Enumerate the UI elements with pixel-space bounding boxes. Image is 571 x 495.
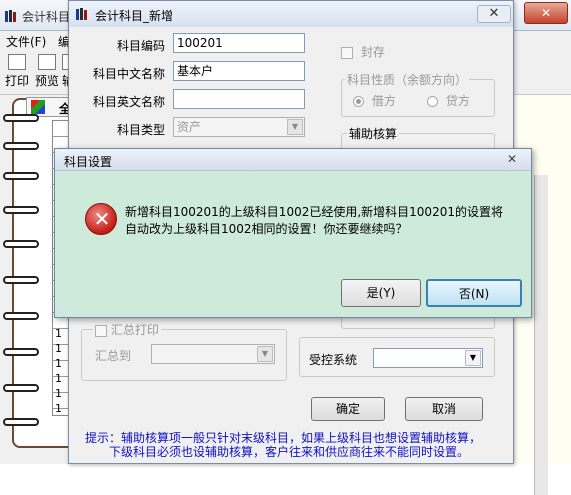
scrollbar[interactable] [534,175,548,495]
hint-line-2: 下级科目必须也设辅助核算，客户往来和供应商往来不能同时设置。 [109,445,470,459]
seal-checkbox[interactable]: 封存 [341,43,385,60]
type-label: 科目类型 [116,123,165,137]
summary-print-label: 汇总打印 [110,323,159,337]
confirm-close-button[interactable]: ✕ [497,152,527,168]
binder-ring-icon [3,384,39,392]
hint-text: 提示：辅助核算项一般只针对末级科目，如果上级科目也想设置辅助核算， 下级科目必须… [85,431,505,459]
binder-ring-icon [3,172,39,180]
preview-button[interactable]: 预览 [32,52,62,90]
controlled-select[interactable]: ▼ [373,348,483,368]
binder-ring-icon [3,114,39,122]
hint-line-1: 提示：辅助核算项一般只针对末级科目，如果上级科目也想设置辅助核算， [85,431,482,445]
confirm-title: 科目设置 [64,155,113,169]
chevron-down-icon: ▼ [257,346,273,362]
message-line-1: 新增科目100201的上级科目1002已经使用,新增科目100201的设置将 [125,205,503,219]
radio-icon [353,96,364,107]
dialog-close-button[interactable]: ✕ [477,5,511,23]
en-name-field[interactable] [173,89,305,109]
radio-icon [427,96,438,107]
error-icon: ✕ [85,203,117,235]
dialog-title: 会计科目_新增 [95,9,174,23]
confirm-title-bar: 科目设置 ✕ [55,149,531,171]
cn-name-field[interactable]: 基本户 [173,61,305,81]
dialog-title-bar: 会计科目_新增 ✕ [69,1,513,27]
binder-ring-icon [3,206,39,214]
credit-label: 贷方 [445,94,470,108]
controlled-label: 受控系统 [309,353,358,367]
binder-ring-icon [3,276,39,284]
app-books-icon [5,10,16,22]
seal-label: 封存 [360,45,385,59]
debit-label: 借方 [371,94,396,108]
printer-icon [8,54,26,70]
summary-to-select[interactable]: ▼ [151,344,275,364]
no-button[interactable]: 否(N) [426,279,522,307]
binder-ring-icon [3,312,39,320]
credit-radio[interactable]: 贷方 [427,92,470,109]
confirm-dialog: 科目设置 ✕ ✕ 新增科目100201的上级科目1002已经使用,新增科目100… [54,148,532,318]
summary-to-label: 汇总到 [95,349,132,363]
message-line-2: 自动改为上级科目1002相同的设置！你还要继续吗？ [125,222,408,236]
summary-print-checkbox[interactable]: 汇总打印 [93,321,161,338]
chevron-down-icon: ▼ [287,119,303,135]
app-close-button[interactable]: ✕ [524,2,568,24]
yes-button[interactable]: 是(Y) [341,279,421,307]
error-x-glyph: ✕ [93,207,111,231]
row-number: 1 [55,402,62,415]
print-button[interactable]: 打印 [2,52,32,90]
row-number: 1 [55,342,62,355]
binder-ring-icon [3,142,39,150]
row-number: 1 [55,327,62,340]
type-select-value: 资产 [177,120,202,134]
preview-icon [38,54,56,70]
preview-label: 预览 [34,74,59,88]
checkbox-icon [95,324,107,337]
binder-ring-icon [3,240,39,248]
category-icon [31,100,45,114]
app-title: 会计科目 [22,10,71,24]
cn-name-label: 科目中文名称 [92,67,165,81]
ok-button[interactable]: 确定 [311,397,385,421]
type-select[interactable]: 资产 ▼ [173,117,305,137]
code-field[interactable]: 100201 [173,33,305,53]
app-books-icon [76,8,87,20]
menu-file[interactable]: 文件(F) [6,33,46,50]
chevron-down-icon: ▼ [465,350,481,366]
debit-radio[interactable]: 借方 [353,92,396,109]
cancel-button[interactable]: 取消 [405,397,483,421]
aux-group-title: 辅助核算 [347,125,400,142]
binder-ring-icon [3,348,39,356]
row-number: 1 [55,387,62,400]
en-name-label: 科目英文名称 [92,95,165,109]
confirm-message: 新增科目100201的上级科目1002已经使用,新增科目100201的设置将 自… [125,204,525,238]
row-number: 1 [55,357,62,370]
print-label: 打印 [4,74,29,88]
code-label: 科目编码 [116,39,165,53]
binder-ring-icon [3,418,39,426]
nature-group-title: 科目性质（余额方向） [345,71,470,88]
row-number: 1 [55,372,62,385]
checkbox-icon [341,46,353,59]
